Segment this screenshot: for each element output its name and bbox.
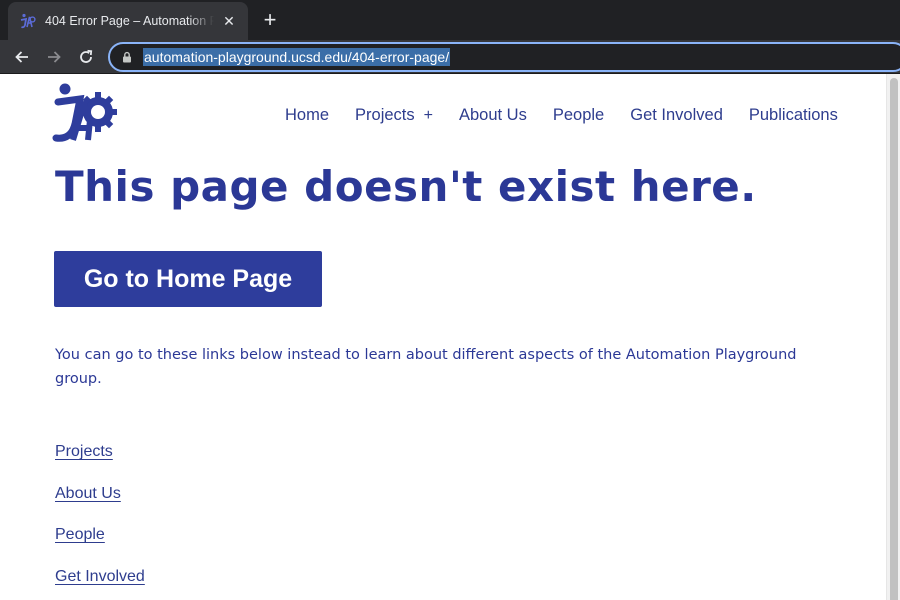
link-people[interactable]: People xyxy=(55,526,145,568)
link-get-involved[interactable]: Get Involved xyxy=(55,568,145,600)
nav-home[interactable]: Home xyxy=(285,106,329,125)
nav-projects[interactable]: Projects + xyxy=(355,106,433,125)
scrollbar[interactable] xyxy=(886,74,900,600)
tab-title: 404 Error Page – Automation Playground xyxy=(45,14,214,28)
forward-arrow-icon[interactable] xyxy=(41,44,67,70)
nav-publications[interactable]: Publications xyxy=(749,106,838,125)
plus-icon: + xyxy=(423,107,433,124)
address-bar[interactable]: automation-playground.ucsd.edu/404-error… xyxy=(108,42,900,72)
link-about-us[interactable]: About Us xyxy=(55,485,145,527)
intro-text: You can go to these links below instead … xyxy=(55,347,797,387)
nav-projects-label: Projects xyxy=(355,106,415,124)
close-icon[interactable]: ✕ xyxy=(220,12,238,30)
ap-logo-icon xyxy=(20,13,36,29)
nav-about-us[interactable]: About Us xyxy=(459,106,527,125)
nav-get-involved[interactable]: Get Involved xyxy=(630,106,723,125)
browser-tab-strip: 404 Error Page – Automation Playground ✕… xyxy=(0,0,900,40)
browser-toolbar: automation-playground.ucsd.edu/404-error… xyxy=(0,40,900,74)
go-home-button[interactable]: Go to Home Page xyxy=(54,251,322,307)
site-nav: Home Projects + About Us People Get Invol… xyxy=(285,106,838,125)
browser-tab[interactable]: 404 Error Page – Automation Playground ✕ xyxy=(8,2,248,40)
page-title: This page doesn't exist here. xyxy=(55,162,757,211)
reload-icon[interactable] xyxy=(73,44,99,70)
scrollbar-thumb[interactable] xyxy=(890,78,898,600)
ap-logo-icon[interactable] xyxy=(50,82,118,144)
nav-people[interactable]: People xyxy=(553,106,604,125)
plus-icon[interactable]: + xyxy=(258,9,282,33)
url-text: automation-playground.ucsd.edu/404-error… xyxy=(143,48,451,66)
back-arrow-icon[interactable] xyxy=(9,44,35,70)
link-list: Projects About Us People Get Involved xyxy=(55,443,145,600)
lock-icon xyxy=(123,51,131,63)
link-projects[interactable]: Projects xyxy=(55,443,145,485)
page-viewport: Home Projects + About Us People Get Invol… xyxy=(0,74,900,600)
